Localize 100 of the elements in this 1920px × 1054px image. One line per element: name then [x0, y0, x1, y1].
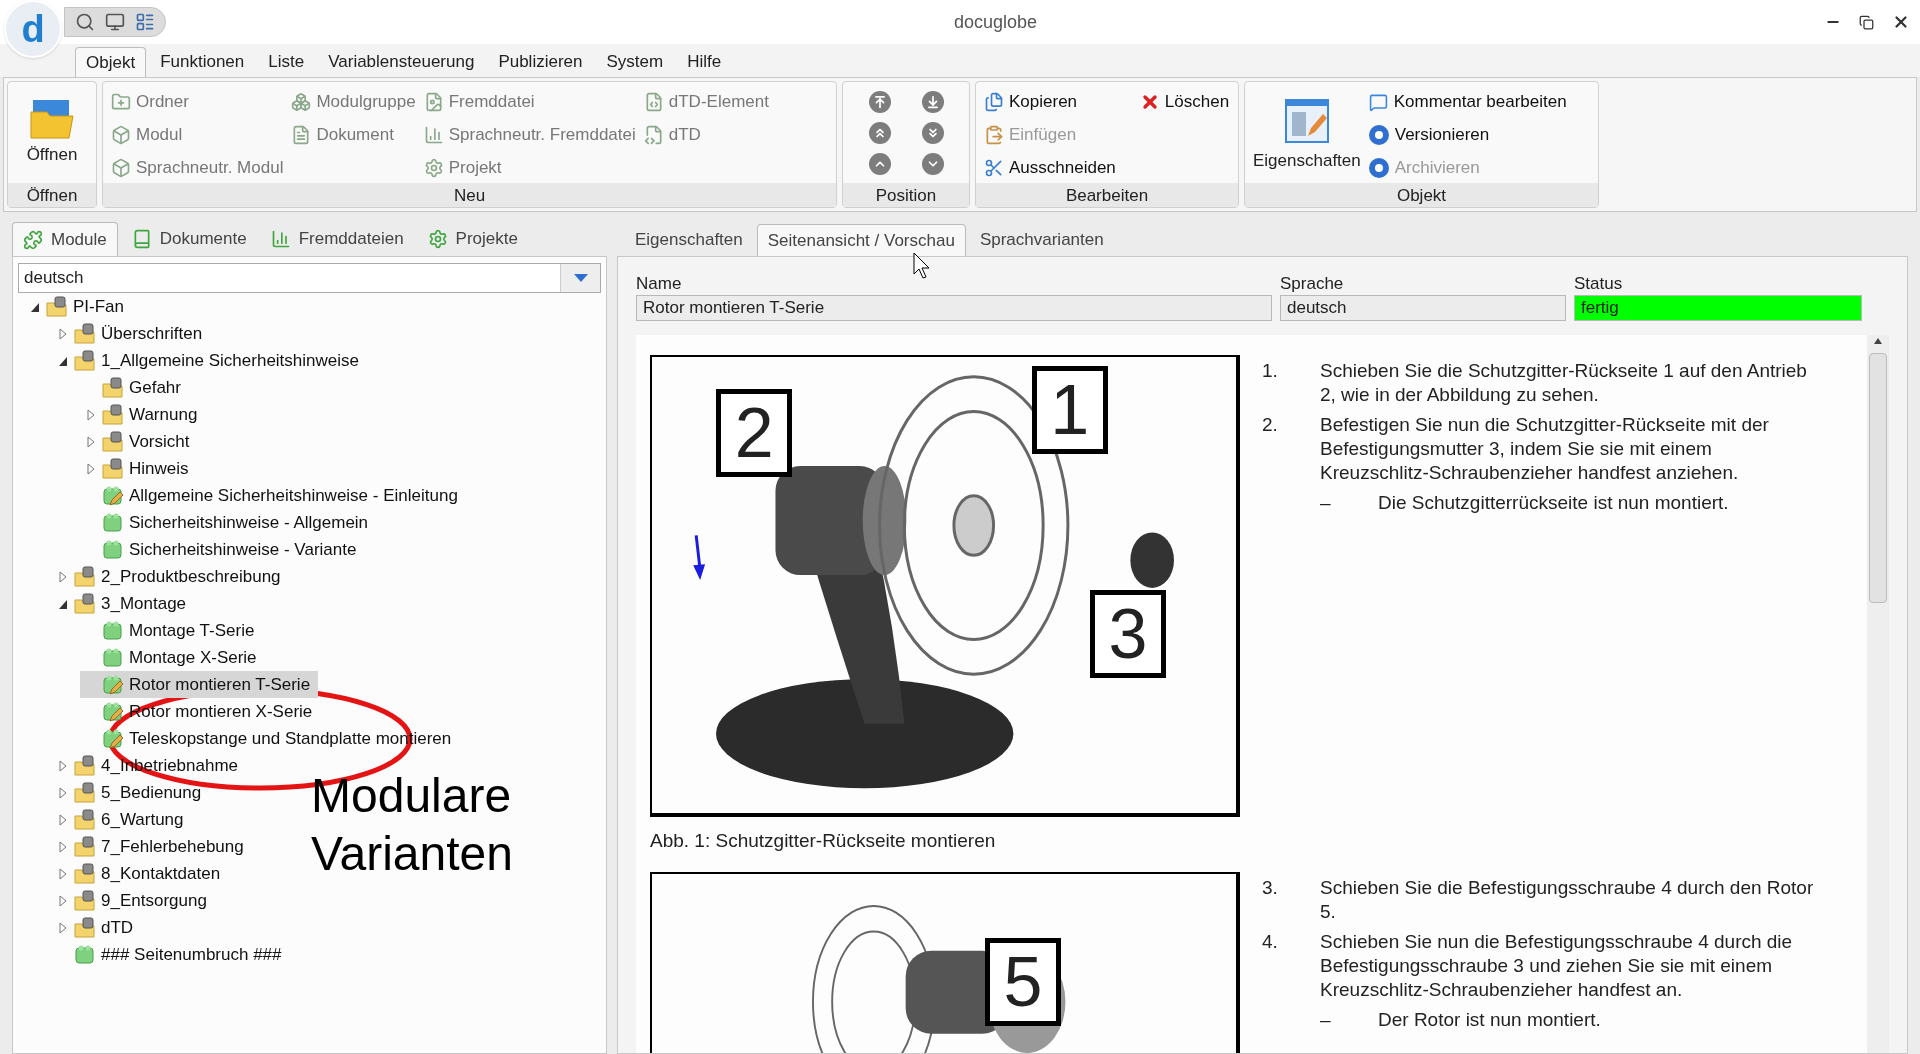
collapsed-triangle-icon[interactable] — [58, 759, 68, 772]
tree-item[interactable]: Warnung — [80, 401, 206, 428]
collapsed-triangle-icon[interactable] — [58, 894, 68, 907]
tree-item[interactable]: 6_Wartung — [52, 806, 192, 833]
folder-icon — [74, 754, 96, 777]
collapsed-triangle-icon[interactable] — [58, 570, 68, 583]
tree-item[interactable]: 8_Kontaktdaten — [52, 860, 229, 887]
tree-item[interactable]: 5_Bedienung — [52, 779, 210, 806]
tree-item[interactable]: Überschriften — [52, 320, 211, 347]
app-logo[interactable]: d — [4, 0, 62, 58]
step-number: 4. — [1262, 929, 1279, 954]
tree-item[interactable]: 7_Fehlerbehebung — [52, 833, 252, 860]
tree-item[interactable]: Vorsicht — [80, 428, 198, 455]
tree-item[interactable]: ### Seitenumbruch ### — [52, 941, 290, 968]
collapsed-triangle-icon[interactable] — [58, 921, 68, 934]
tree-item[interactable]: Allgemeine Sicherheitshinweise - Einleitung — [80, 482, 466, 509]
properties-button[interactable]: Eigenschaften — [1253, 88, 1361, 183]
tree-item[interactable]: Hinweis — [80, 455, 197, 482]
tree-item[interactable]: Montage X-Serie — [80, 644, 265, 671]
field-label: Status — [1574, 273, 1624, 295]
move-down-icon[interactable] — [921, 90, 944, 113]
tree-item[interactable]: PI-Fan — [24, 293, 133, 320]
tree-item[interactable]: 3_Montage — [52, 590, 195, 617]
tree-item[interactable]: Montage T-Serie — [80, 617, 263, 644]
tree-item[interactable]: Sicherheitshinweise - Variante — [80, 536, 365, 563]
language-dropdown[interactable]: deutsch — [18, 263, 601, 293]
menu-tab[interactable]: Publizieren — [488, 47, 593, 77]
collapsed-triangle-icon[interactable] — [58, 327, 68, 340]
annotation-text: Modulare Varianten — [311, 768, 514, 882]
collapsed-triangle-icon[interactable] — [58, 840, 68, 853]
menu-tab[interactable]: Funktionen — [150, 47, 255, 77]
tree-item[interactable]: Sicherheitshinweise - Allgemein — [80, 509, 377, 536]
open-button[interactable]: Öffnen — [8, 82, 96, 183]
collapsed-triangle-icon[interactable] — [58, 867, 68, 880]
view-tab[interactable]: Sprachvarianten — [969, 224, 1114, 256]
ribbon-button[interactable]: Versionieren — [1368, 121, 1567, 149]
dash-marker: – — [1320, 491, 1332, 515]
comment-icon — [1368, 92, 1388, 112]
cube-icon — [111, 125, 131, 145]
collapsed-triangle-icon[interactable] — [86, 435, 96, 448]
field[interactable]: fertig — [1574, 295, 1862, 321]
menu-tab[interactable]: Variablensteuerung — [318, 47, 485, 77]
move-up-fast-icon[interactable] — [868, 121, 891, 144]
folder-icon — [74, 322, 96, 345]
ribbon-button[interactable]: Löschen — [1139, 88, 1230, 116]
step-number: 2. — [1262, 413, 1279, 437]
move-bottom-icon[interactable] — [921, 152, 944, 175]
folder-icon — [102, 457, 124, 480]
restore-icon[interactable] — [1859, 14, 1874, 30]
panel-tab[interactable]: Module — [12, 222, 118, 256]
search-icon[interactable] — [75, 12, 95, 32]
scroll-up-icon[interactable] — [1873, 337, 1883, 345]
menu-tab[interactable]: Hilfe — [677, 47, 732, 77]
tree-item[interactable]: 9_Entsorgung — [52, 887, 215, 914]
tree-item[interactable]: Rotor montieren T-Serie — [80, 671, 319, 698]
group-label: Neu — [103, 183, 836, 207]
field-label: Sprache — [1280, 273, 1345, 295]
tree-item[interactable]: dTD — [52, 914, 142, 941]
close-icon[interactable] — [1892, 13, 1910, 31]
tree-item[interactable]: 1_Allgemeine Sicherheitshinweise — [52, 347, 367, 374]
panel-tab[interactable]: Dokumente — [121, 222, 257, 256]
tree-item[interactable]: 2_Produktbeschreibung — [52, 563, 289, 590]
result-text: Die Schutzgitterrückseite ist nun montiert. — [1378, 491, 1729, 515]
folder-icon — [74, 835, 96, 858]
window-icon[interactable] — [105, 12, 125, 32]
move-up-icon[interactable] — [868, 152, 891, 175]
result-text: Der Rotor ist nun montiert. — [1378, 1007, 1601, 1032]
group-label: Bearbeiten — [976, 183, 1238, 207]
folder-icon — [74, 565, 96, 588]
cube-pencil-icon — [102, 727, 124, 750]
view-tab[interactable]: Eigenschaften — [625, 224, 753, 256]
collapsed-triangle-icon[interactable] — [86, 408, 96, 421]
ribbon-button[interactable]: Kommentar bearbeiten — [1368, 88, 1567, 116]
ribbon-button[interactable]: Kopieren — [984, 88, 1116, 116]
menu-tab[interactable]: Objekt — [75, 47, 147, 77]
scrollbar[interactable] — [1867, 335, 1889, 1053]
menu-tab[interactable]: System — [596, 47, 674, 77]
menu-tab[interactable]: Liste — [258, 47, 315, 77]
dropdown-arrow-icon[interactable] — [572, 273, 589, 283]
step-text: Schieben Sie nun die Befestigungsschraube 4 durch die Befestigungsschraube 3 und ziehen Sie sie mit einem Kreuzschlitz-Schraubenzieher handfest an. — [1320, 929, 1794, 1002]
move-top-icon[interactable] — [868, 90, 891, 113]
view-tab[interactable]: Seitenansicht / Vorschau — [756, 224, 966, 256]
panel-tab[interactable]: Projekte — [417, 222, 528, 256]
collapsed-triangle-icon[interactable] — [86, 462, 96, 475]
group-label: Position — [843, 183, 969, 207]
tree-item[interactable]: Gefahr — [80, 374, 189, 401]
figure-caption: Abb. 1: Schutzgitter-Rückseite montieren — [650, 829, 997, 853]
field[interactable]: deutsch — [1280, 295, 1566, 321]
scroll-thumb[interactable] — [1869, 353, 1887, 603]
archive-badge-icon — [1368, 158, 1389, 178]
collapsed-triangle-icon[interactable] — [58, 786, 68, 799]
ribbon-button[interactable]: Ausschneiden — [984, 154, 1116, 182]
list-icon[interactable] — [135, 12, 155, 32]
bar-chart-icon — [423, 125, 444, 145]
panel-tab[interactable]: Fremddateien — [260, 222, 414, 256]
callout-number: 5 — [984, 938, 1061, 1027]
field[interactable]: Rotor montieren T-Serie — [636, 295, 1272, 321]
collapsed-triangle-icon[interactable] — [58, 813, 68, 826]
cube-icon — [102, 619, 124, 642]
move-down-fast-icon[interactable] — [921, 121, 944, 144]
